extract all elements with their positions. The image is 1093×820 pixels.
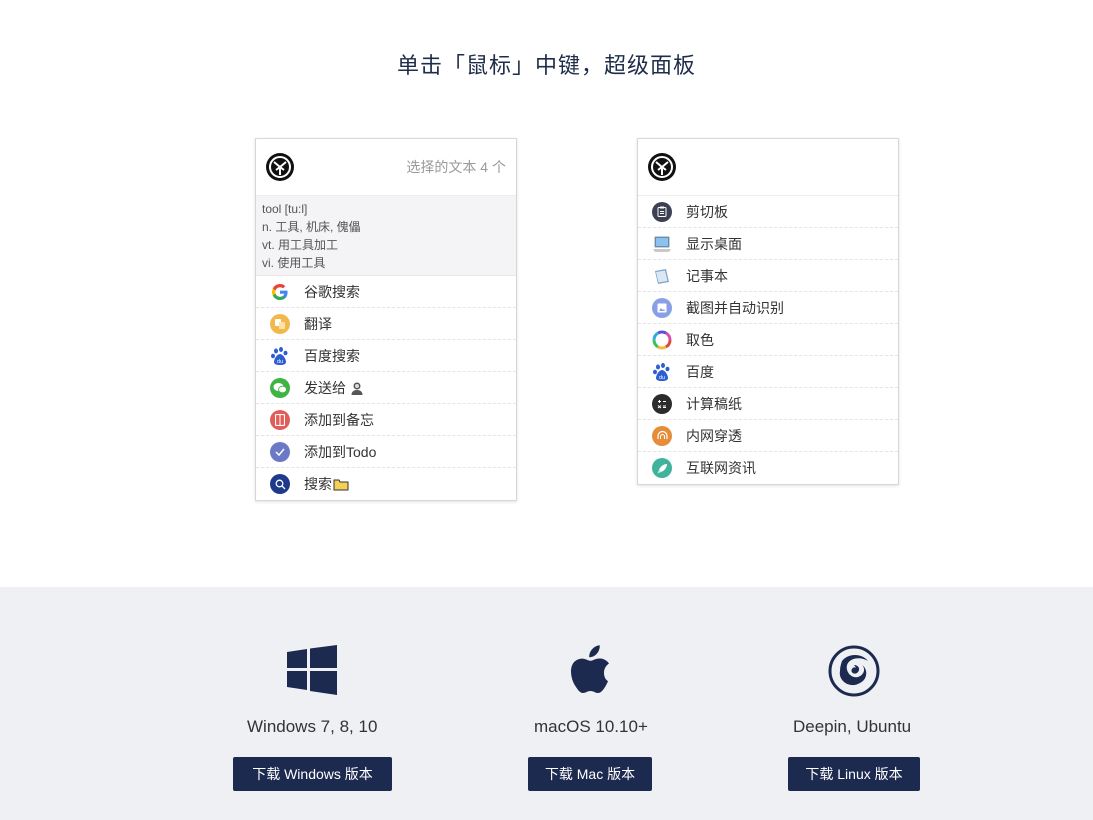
action-calculator[interactable]: 计算稿纸 — [638, 388, 898, 420]
action-internet-news[interactable]: 互联网资讯 — [638, 452, 898, 484]
action-label: 百度搜索 — [304, 347, 360, 364]
action-send-to[interactable]: 发送给 — [256, 372, 516, 404]
action-label: 添加到Todo — [304, 443, 377, 460]
dict-verb-intransitive: vi. 使用工具 — [262, 256, 326, 270]
baidu-paw-icon: du — [270, 346, 290, 366]
google-icon — [270, 282, 290, 302]
page-headline: 单击「鼠标」中键，超级面板 — [396, 53, 696, 78]
wechat-icon — [270, 377, 290, 398]
download-windows-button[interactable]: 下载 Windows 版本 — [233, 757, 392, 791]
action-label: 截图并自动识别 — [686, 299, 784, 316]
panel-header: 选择的文本 4 个 — [256, 139, 516, 196]
notepad-icon — [652, 266, 672, 286]
action-label: 谷歌搜索 — [304, 283, 360, 300]
folder-icon — [333, 478, 349, 491]
action-screenshot-ocr[interactable]: 截图并自动识别 — [638, 292, 898, 324]
tunnel-icon — [652, 425, 672, 446]
desktop-icon — [652, 234, 672, 254]
action-search[interactable]: 搜索 — [256, 468, 516, 500]
contact-avatar-icon — [350, 381, 364, 395]
action-notepad[interactable]: 记事本 — [638, 260, 898, 292]
action-label: 百度 — [686, 363, 714, 380]
selection-count: 选择的文本 4 个 — [406, 159, 506, 175]
action-color-picker[interactable]: 取色 — [638, 324, 898, 356]
windows-icon — [287, 645, 337, 700]
action-label: 翻译 — [304, 315, 332, 332]
download-mac-button[interactable]: 下载 Mac 版本 — [528, 757, 652, 791]
action-baidu-search[interactable]: du 百度搜索 — [256, 340, 516, 372]
super-panel-no-selection: 剪切板 显示桌面 记事本 截图并自动识别 取色 du 百度 计算稿纸 内网穿透 … — [637, 138, 899, 485]
screenshot-icon — [652, 297, 672, 318]
action-clipboard[interactable]: 剪切板 — [638, 196, 898, 228]
os-label-linux: Deepin, Ubuntu — [793, 717, 912, 736]
download-section: Windows 7, 8, 10 下载 Windows 版本 macOS 10.… — [0, 587, 1093, 820]
action-label: 剪切板 — [686, 203, 728, 220]
app-logo-icon — [266, 153, 294, 181]
calculator-icon — [652, 393, 672, 414]
action-label: 内网穿透 — [686, 427, 742, 444]
svg-text:du: du — [277, 359, 283, 365]
action-label: 计算稿纸 — [686, 395, 742, 412]
action-intranet-tunnel[interactable]: 内网穿透 — [638, 420, 898, 452]
clipboard-icon — [652, 201, 672, 222]
svg-text:du: du — [659, 375, 665, 381]
download-linux-button[interactable]: 下载 Linux 版本 — [788, 757, 920, 791]
action-add-memo[interactable]: 添加到备忘 — [256, 404, 516, 436]
super-panel-text-selection: 选择的文本 4 个 tool [tu:l] n. 工具, 机床, 傀儡 vt. … — [255, 138, 517, 501]
baidu-paw-icon: du — [652, 362, 672, 382]
dictionary-result: tool [tu:l] n. 工具, 机床, 傀儡 vt. 用工具加工 vi. … — [256, 196, 516, 276]
action-label: 记事本 — [686, 267, 728, 284]
deepin-icon — [828, 645, 880, 702]
action-label: 发送给 — [304, 378, 364, 398]
rocket-icon — [652, 458, 672, 478]
os-label-windows: Windows 7, 8, 10 — [247, 717, 378, 736]
action-translate[interactable]: 翻译 — [256, 308, 516, 340]
dict-noun: n. 工具, 机床, 傀儡 — [262, 220, 361, 234]
app-logo-icon — [648, 153, 676, 181]
action-label: 互联网资讯 — [686, 460, 756, 476]
todo-check-icon — [270, 441, 290, 462]
action-add-todo[interactable]: 添加到Todo — [256, 436, 516, 468]
memo-icon — [270, 409, 290, 430]
panel-header — [638, 139, 898, 196]
color-picker-icon — [652, 330, 672, 350]
apple-icon — [568, 645, 612, 702]
action-label: 取色 — [686, 331, 714, 348]
dict-verb-transitive: vt. 用工具加工 — [262, 238, 339, 252]
translate-icon — [270, 313, 290, 334]
action-label: 显示桌面 — [686, 235, 742, 252]
search-icon — [270, 474, 290, 494]
action-google-search[interactable]: 谷歌搜索 — [256, 276, 516, 308]
action-label: 添加到备忘 — [304, 411, 374, 428]
os-label-mac: macOS 10.10+ — [534, 717, 648, 736]
action-baidu[interactable]: du 百度 — [638, 356, 898, 388]
dict-word: tool [tu:l] — [262, 202, 308, 216]
action-show-desktop[interactable]: 显示桌面 — [638, 228, 898, 260]
action-label: 搜索 — [304, 474, 349, 494]
